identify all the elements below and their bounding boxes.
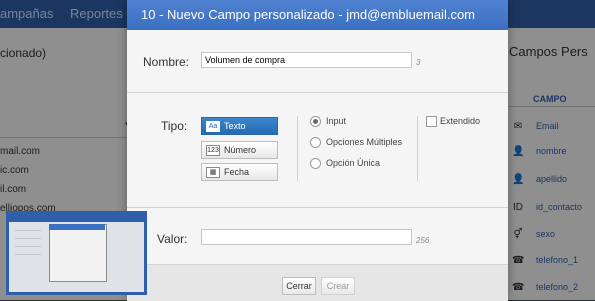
radio-icon: [310, 158, 321, 169]
type-number-label: Número: [224, 145, 257, 155]
name-label: Nombre:: [143, 55, 190, 69]
text-type-icon: Aa: [206, 121, 220, 132]
type-date-button[interactable]: ▦ Fecha: [201, 163, 278, 181]
date-type-icon: ▦: [206, 167, 220, 178]
value-label: Valor:: [157, 232, 188, 246]
type-date-label: Fecha: [224, 167, 250, 177]
mode-divider: [417, 116, 418, 181]
input-mode-label: Opción Única: [326, 158, 381, 168]
checkbox-icon: [426, 116, 437, 127]
thumbnail-dialog: [49, 224, 107, 282]
type-text-button[interactable]: Aa Texto: [201, 117, 278, 135]
new-custom-field-dialog: 10 - Nuevo Campo personalizado - jmd@emb…: [127, 0, 508, 301]
name-section: Nombre: Volumen de compra 3: [127, 30, 508, 93]
thumbnail-topbar: [9, 214, 144, 222]
input-mode-label: Input: [326, 116, 347, 126]
create-button[interactable]: Crear: [321, 277, 355, 295]
value-input[interactable]: [201, 229, 412, 245]
dialog-title: 10 - Nuevo Campo personalizado - jmd@emb…: [141, 7, 476, 22]
name-char-counter: 3: [416, 58, 421, 67]
thumbnail-line: [15, 230, 41, 231]
thumbnail-line: [15, 254, 41, 255]
dialog-footer: Cerrar Crear: [127, 264, 508, 301]
value-char-counter: 256: [416, 236, 430, 245]
value-section: Valor: 256: [127, 208, 508, 264]
name-input[interactable]: Volumen de compra: [201, 52, 412, 68]
radio-icon: [310, 137, 321, 148]
thumbnail-line: [15, 238, 41, 239]
type-section: Tipo: Aa Texto 123 Número ▦ Fecha Input …: [127, 93, 508, 208]
extended-label: Extendido: [440, 116, 481, 126]
type-label: Tipo:: [161, 119, 188, 133]
thumbnail-dialog-header: [49, 224, 105, 230]
type-number-button[interactable]: 123 Número: [201, 141, 278, 159]
input-mode-label: Opciones Múltiples: [326, 137, 403, 147]
radio-selected-icon: [310, 116, 321, 127]
thumbnail-line: [15, 246, 41, 247]
type-divider: [297, 116, 298, 181]
number-type-icon: 123: [206, 145, 220, 156]
dialog-header: 10 - Nuevo Campo personalizado - jmd@emb…: [127, 0, 508, 30]
type-text-label: Texto: [224, 121, 246, 131]
close-button[interactable]: Cerrar: [282, 277, 316, 295]
screenshot-thumbnail[interactable]: [6, 211, 147, 295]
